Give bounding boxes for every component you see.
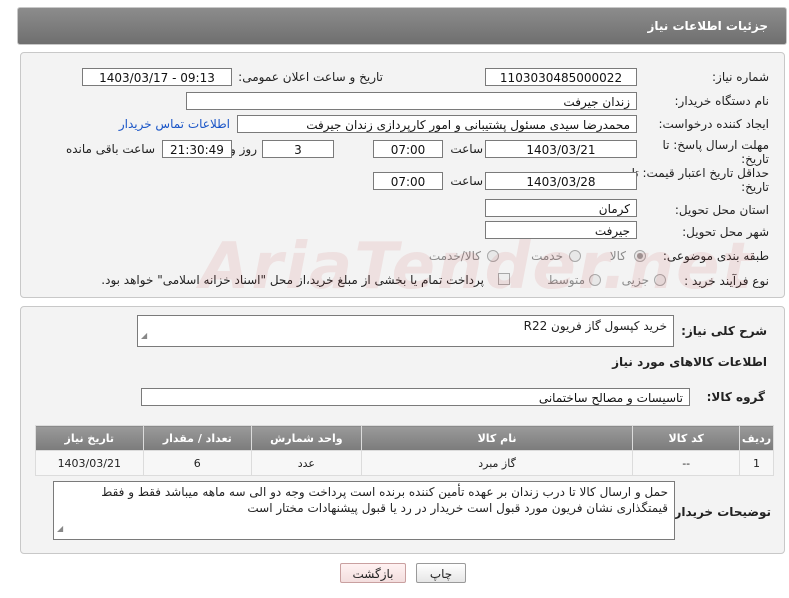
- goods-group-label: گروه کالا:: [706, 390, 765, 404]
- col-qty: تعداد / مقدار: [142, 425, 253, 451]
- announce-label: تاریخ و ساعت اعلان عمومی:: [238, 70, 383, 84]
- category-radio-goods[interactable]: [634, 250, 646, 262]
- remaining-time-field: 21:30:49: [162, 140, 232, 158]
- city-label: شهر محل تحویل:: [682, 225, 769, 239]
- need-number-field: 1103030485000022: [485, 68, 637, 86]
- buyer-notes-text: حمل و ارسال کالا تا درب زندان بر عهده تأ…: [101, 485, 668, 515]
- back-button[interactable]: بازگشت: [340, 563, 406, 583]
- table-header-row: ردیف کد کالا نام کالا واحد شمارش تعداد /…: [35, 425, 775, 451]
- announce-field: 1403/03/17 - 09:13: [82, 68, 232, 86]
- reply-date-field: 1403/03/21: [485, 140, 637, 158]
- col-row: ردیف: [738, 425, 775, 451]
- validity-time-label: ساعت: [450, 174, 483, 188]
- buyer-notes-field: حمل و ارسال کالا تا درب زندان بر عهده تأ…: [53, 481, 675, 540]
- table-row: 1 -- گاز مبرد عدد 6 1403/03/21: [35, 450, 775, 476]
- description-label: شرح کلی نیاز:: [681, 324, 767, 338]
- buyer-notes-label: توضیحات خریدار:: [669, 505, 771, 519]
- process-medium-label: متوسط: [547, 273, 585, 287]
- page-title: جزئیات اطلاعات نیاز: [647, 19, 768, 33]
- cell-name: گاز مبرد: [360, 450, 634, 476]
- cell-row: 1: [738, 450, 775, 476]
- process-label: نوع فرآیند خرید :: [684, 274, 769, 288]
- col-code: کد کالا: [632, 425, 740, 451]
- cell-code: --: [632, 450, 740, 476]
- reply-deadline-label: مهلت ارسال پاسخ: تا تاریخ:: [662, 138, 769, 166]
- treasury-payment-note: پرداخت تمام یا بخشی از مبلغ خرید،از محل …: [101, 273, 484, 287]
- price-validity-label: حداقل تاریخ اعتبار قیمت: تا تاریخ:: [631, 166, 769, 194]
- goods-group-field: تاسیسات و مصالح ساختمانی: [141, 388, 690, 406]
- category-label: طبقه بندی موضوعی:: [662, 249, 769, 263]
- city-field: جیرفت: [485, 221, 637, 239]
- process-minor-label: جزیی: [621, 273, 649, 287]
- cell-qty: 6: [142, 450, 253, 476]
- category-radio-service[interactable]: [569, 250, 581, 262]
- buyer-org-field: زندان جیرفت: [186, 92, 637, 110]
- remaining-label: ساعت باقی مانده: [65, 142, 155, 156]
- category-goods-service-label: کالا/خدمت: [428, 249, 481, 263]
- province-field: کرمان: [485, 199, 637, 217]
- category-radio-goods-service[interactable]: [487, 250, 499, 262]
- days-field: 3: [262, 140, 334, 158]
- category-service-label: خدمت: [531, 249, 563, 263]
- province-label: استان محل تحویل:: [674, 203, 769, 217]
- goods-info-title: اطلاعات کالاهای مورد نیاز: [612, 355, 767, 369]
- description-text: خرید کپسول گاز فریون R22: [523, 319, 667, 333]
- description-field: خرید کپسول گاز فریون R22 ◢: [137, 315, 674, 347]
- validity-date-field: 1403/03/28: [485, 172, 637, 190]
- contact-buyer-link[interactable]: اطلاعات تماس خریدار: [119, 117, 230, 131]
- need-number-label: شماره نیاز:: [712, 70, 769, 84]
- validity-time-field: 07:00: [373, 172, 443, 190]
- category-goods-label: کالا: [609, 249, 626, 263]
- process-radio-minor[interactable]: [654, 274, 666, 286]
- resize-grip-icon[interactable]: ◢: [141, 328, 147, 344]
- cell-unit: عدد: [251, 450, 362, 476]
- cell-date: 1403/03/21: [35, 450, 144, 476]
- col-unit: واحد شمارش: [251, 425, 362, 451]
- creator-label: ایجاد کننده درخواست:: [658, 117, 769, 131]
- resize-grip-icon[interactable]: ◢: [57, 521, 63, 537]
- page-header: جزئیات اطلاعات نیاز: [17, 7, 787, 45]
- buyer-org-label: نام دستگاه خریدار:: [674, 94, 770, 108]
- process-radio-medium[interactable]: [589, 274, 601, 286]
- reply-time-field: 07:00: [373, 140, 443, 158]
- reply-time-label: ساعت: [450, 142, 483, 156]
- creator-field: محمدرضا سیدی مسئول پشتیبانی و امور کارپر…: [237, 115, 637, 133]
- days-label: روز و: [230, 142, 257, 156]
- col-name: نام کالا: [360, 425, 634, 451]
- col-date: تاریخ نیاز: [35, 425, 144, 451]
- print-button[interactable]: چاپ: [416, 563, 466, 583]
- goods-table: ردیف کد کالا نام کالا واحد شمارش تعداد /…: [35, 425, 775, 476]
- treasury-payment-checkbox[interactable]: [498, 273, 510, 285]
